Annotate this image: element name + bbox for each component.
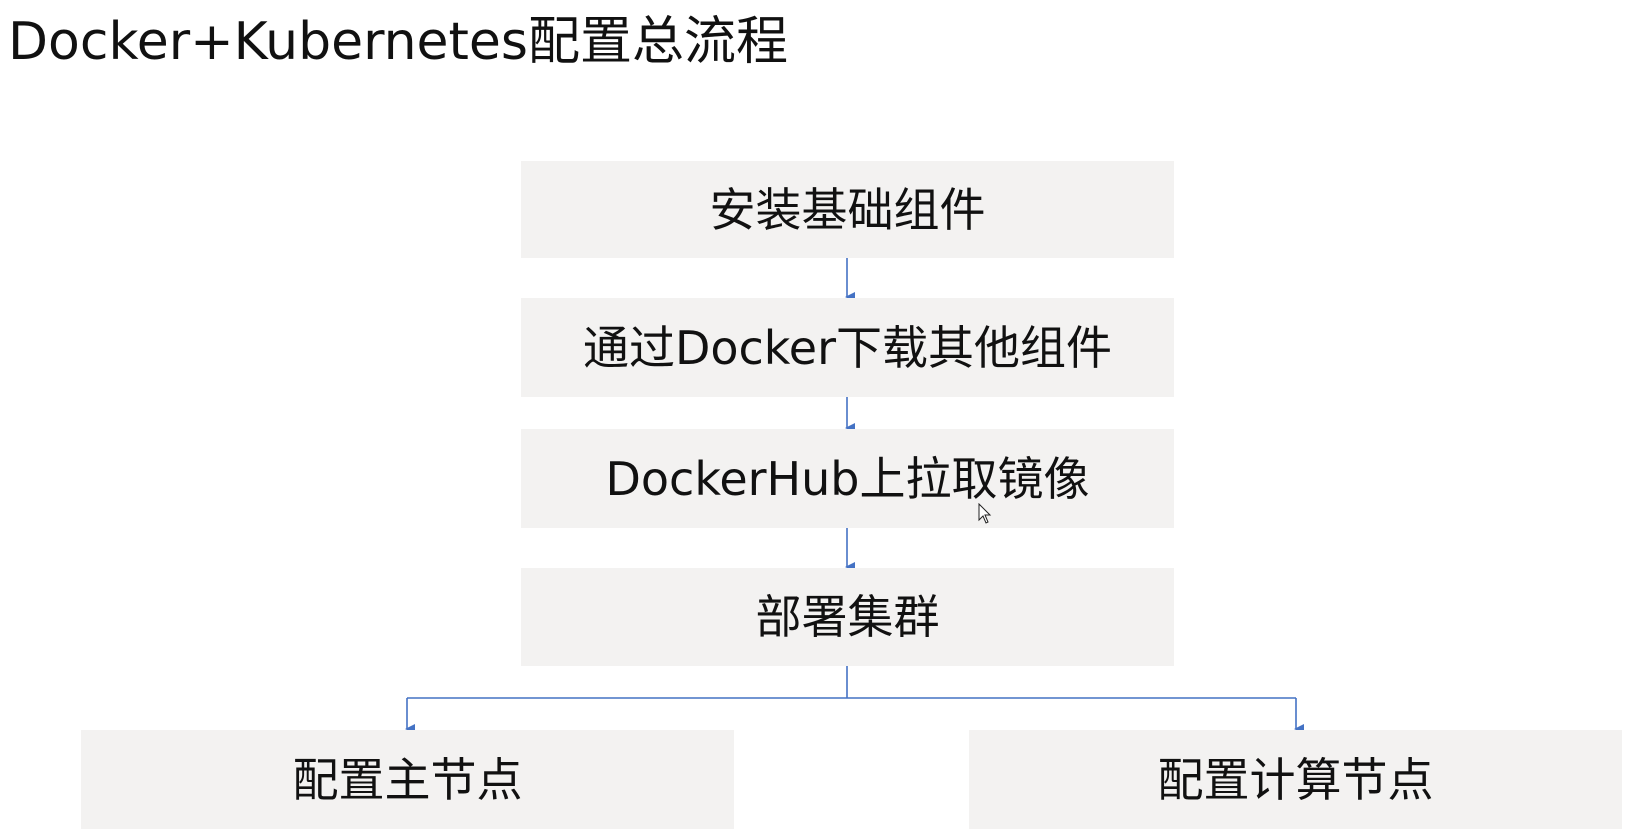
mouse-pointer-icon	[978, 503, 992, 524]
node-configure-master: 配置主节点	[81, 730, 734, 829]
node-install-base-components: 安装基础组件	[521, 161, 1174, 258]
flow-connectors	[405, 258, 1304, 734]
node-pull-images: DockerHub上拉取镜像	[521, 429, 1174, 528]
node-download-components: 通过Docker下载其他组件	[521, 298, 1174, 397]
node-label: 安装基础组件	[709, 182, 986, 237]
node-configure-worker: 配置计算节点	[969, 730, 1622, 829]
node-label: 通过Docker下载其他组件	[582, 320, 1113, 375]
node-label: DockerHub上拉取镜像	[605, 451, 1090, 506]
node-label: 配置计算节点	[1157, 752, 1434, 807]
node-label: 配置主节点	[292, 752, 523, 807]
node-deploy-cluster: 部署集群	[521, 568, 1174, 666]
node-label: 部署集群	[755, 590, 940, 644]
